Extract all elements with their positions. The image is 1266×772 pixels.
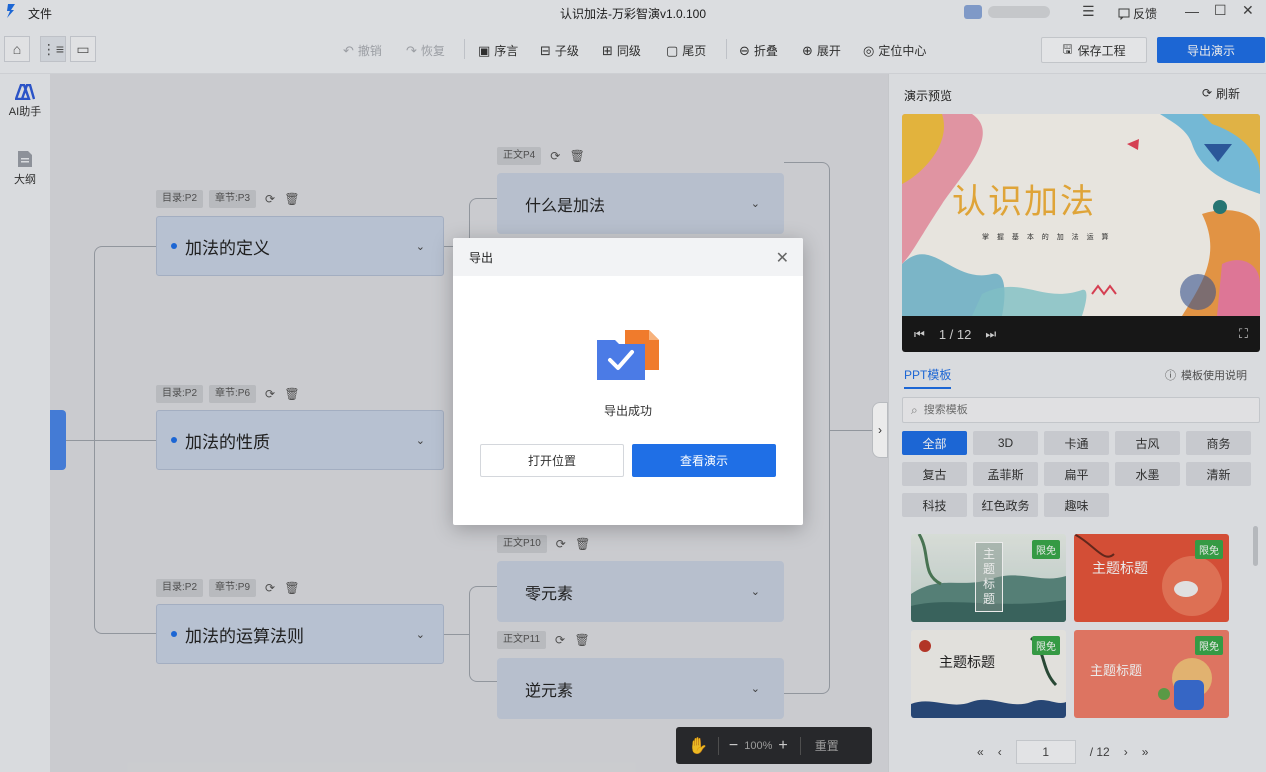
export-dialog: 导出 ✕ 导出成功 打开位置 查看演示: [453, 238, 803, 525]
close-icon[interactable]: ✕: [776, 248, 789, 268]
success-message: 导出成功: [603, 404, 652, 418]
dialog-header: 导出: [453, 238, 803, 276]
dialog-title: 导出: [469, 250, 494, 265]
view-demo-button[interactable]: 查看演示: [632, 444, 776, 477]
open-location-button[interactable]: 打开位置: [480, 444, 624, 477]
export-success-icon: [597, 330, 659, 380]
